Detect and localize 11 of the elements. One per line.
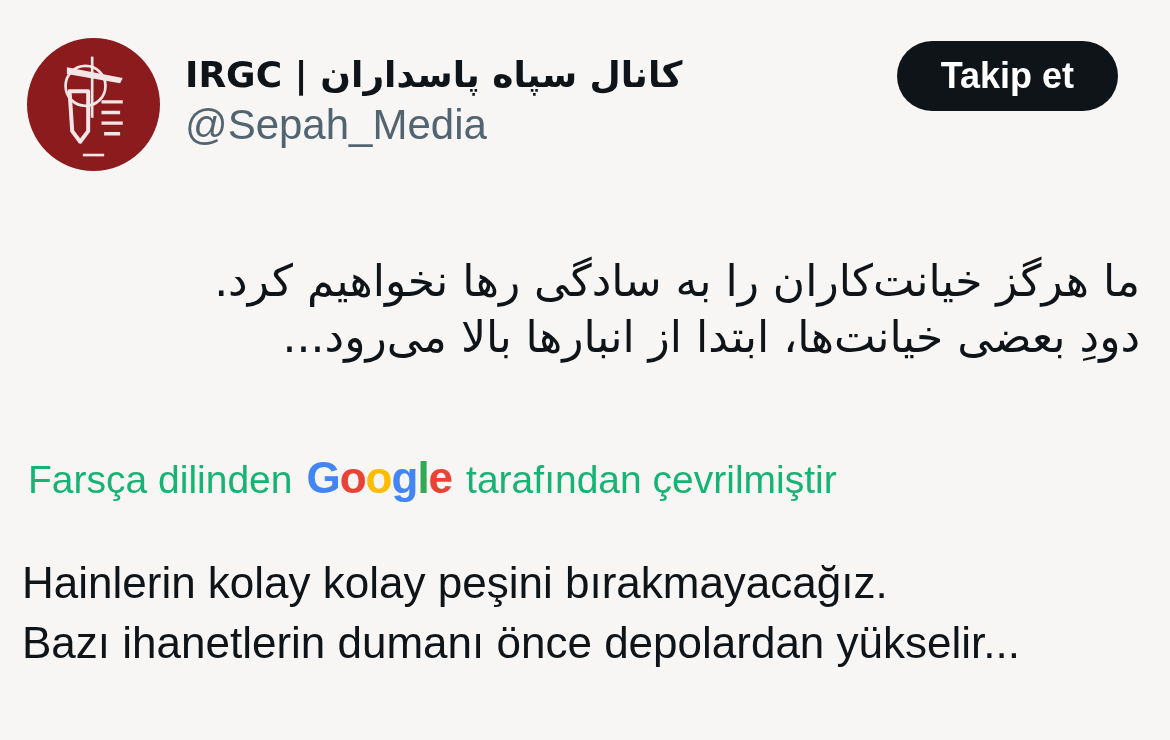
translation-credit-text: tarafından çevrilmiştir: [466, 458, 837, 502]
tweet-text-line: دودِ بعضی خیانت‌ها، ابتدا از انبارها بالا می‌رود...: [281, 310, 1140, 365]
author-name[interactable]: IRGC | كانال سپاه پاسداران: [185, 50, 683, 100]
google-logo[interactable]: Google: [306, 453, 453, 503]
translated-text-line: Hainlerin kolay kolay peşini bırakmayacağız.: [22, 557, 889, 609]
avatar-emblem-icon: [27, 38, 160, 171]
tweet-text-line: ما هرگز خیانت‌کاران را به سادگی رها نخواهیم کرد.: [213, 254, 1140, 309]
author-handle[interactable]: @Sepah_Media: [185, 100, 487, 150]
translation-source-text: Farsça dilinden: [28, 458, 293, 502]
follow-button[interactable]: Takip et: [896, 41, 1118, 111]
translated-text-line: Bazı ihanetlerin dumanı önce depolardan yükselir...: [22, 617, 1021, 669]
